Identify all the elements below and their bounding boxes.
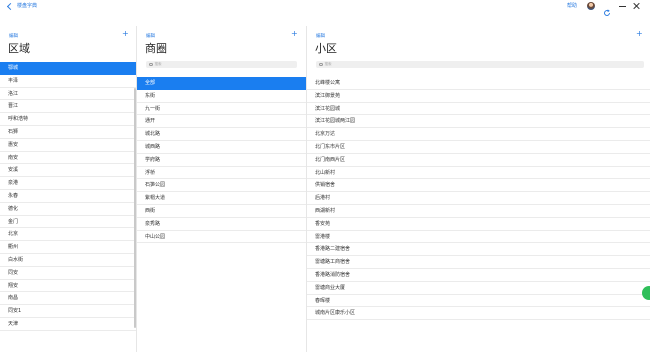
community-list-item[interactable]: 滨江御景苑	[307, 90, 650, 103]
region-list-item[interactable]: 鄂城	[0, 62, 136, 75]
region-list-item[interactable]: 泉港	[0, 177, 136, 190]
region-list-item[interactable]: 同安	[0, 267, 136, 280]
community-list-item[interactable]: 城南片区康乐小区	[307, 307, 650, 321]
district-list-item[interactable]: 浮桥	[137, 167, 306, 180]
back-button[interactable]: 楼盘字典	[6, 2, 38, 11]
community-list-item[interactable]: 北峰楼公寓	[307, 77, 650, 90]
region-list-item[interactable]: 丰泽	[0, 75, 136, 88]
title-bar: 楼盘字典 帮助	[0, 0, 650, 16]
region-list-item[interactable]: 金门	[0, 216, 136, 229]
community-list-item[interactable]: 春晖楼	[307, 295, 650, 308]
community-list-item[interactable]: 北山新村	[307, 167, 650, 180]
search-icon	[319, 62, 323, 67]
community-list-item[interactable]: 雷港楼	[307, 231, 650, 244]
region-list-item[interactable]: 同安1	[0, 305, 136, 318]
district-list-item[interactable]: 东街	[137, 90, 306, 103]
community-list-item[interactable]: 香港路二建宿舍	[307, 243, 650, 257]
search-icon	[149, 62, 153, 67]
community-list-item[interactable]: 滨江花园城	[307, 103, 650, 116]
region-list-item[interactable]: 晋江	[0, 100, 136, 114]
district-list: 全部 东街 九一街 通开 城北路 城西路 学府路 浮桥 石笋公园 紫帽大道 西街 泉秀路 中山公园	[137, 77, 306, 244]
district-add-button[interactable]: +	[291, 29, 298, 39]
community-list-item[interactable]: 北门东市片区	[307, 141, 650, 154]
community-search-input[interactable]: 搜索	[316, 61, 644, 68]
floating-action-button[interactable]	[642, 286, 650, 300]
region-list: 鄂城 丰泽 洛江 晋江 呼和浩特 石狮 惠安 南安 安溪 泉港 永春 德化 金门 北京 衢州 白水街 同安 翔安南…	[0, 62, 136, 331]
region-list-item[interactable]: 德化	[0, 203, 136, 216]
region-list-item[interactable]: 翔安	[0, 280, 136, 293]
region-edit-button[interactable]: 编辑	[9, 33, 18, 39]
region-list-item[interactable]: 永春	[0, 190, 136, 203]
district-list-item[interactable]: 通开	[137, 115, 306, 129]
community-list-item[interactable]: 香港路消防宿舍	[307, 269, 650, 282]
community-add-button[interactable]: +	[636, 29, 643, 39]
region-list-item[interactable]: 衢州	[0, 241, 136, 254]
district-list-item[interactable]: 全部	[137, 77, 306, 90]
district-list-item[interactable]: 石笋公园	[137, 179, 306, 193]
community-list-item[interactable]: 香安苑	[307, 218, 650, 231]
district-list-item[interactable]: 城西路	[137, 141, 306, 154]
district-list-item[interactable]: 泉秀路	[137, 218, 306, 231]
region-list-item[interactable]: 南安	[0, 152, 136, 165]
district-list-item[interactable]: 学府路	[137, 154, 306, 167]
district-edit-button[interactable]: 编辑	[146, 33, 155, 39]
search-placeholder: 搜索	[324, 62, 332, 66]
help-link[interactable]: 帮助	[567, 3, 577, 10]
community-title: 小区	[315, 42, 337, 55]
community-list-item[interactable]: 西湖新村	[307, 205, 650, 218]
community-list: 北峰楼公寓 滨江御景苑 滨江花园城 滨江花园城两江园 北京万达 北门东市片区 北门南西片区北…	[307, 77, 650, 321]
district-list-item[interactable]: 西街	[137, 205, 306, 218]
district-panel: 编辑 + 商圈 搜索 全部 东街 九一街 通开 城北路 城西路 学府路 浮桥 石笋公园 紫帽大道西…	[137, 26, 306, 352]
region-list-item[interactable]: 惠安	[0, 139, 136, 152]
district-list-item[interactable]: 紫帽大道	[137, 192, 306, 205]
community-list-item[interactable]: 后港村	[307, 192, 650, 205]
community-panel: 编辑 + 小区 搜索 北峰楼公寓 滨江御景苑 滨江花园城 滨江花园城两江园 北京万达 北门…	[307, 26, 650, 352]
district-list-item[interactable]: 城北路	[137, 128, 306, 141]
region-title: 区域	[8, 42, 30, 55]
close-icon[interactable]	[632, 2, 640, 10]
district-title: 商圈	[145, 42, 167, 55]
region-list-item[interactable]: 安溪	[0, 164, 136, 178]
community-list-item[interactable]: 雷塘路工商宿舍	[307, 256, 650, 269]
region-list-item[interactable]: 呼和浩特	[0, 113, 136, 126]
community-list-item[interactable]: 北门南西片区	[307, 154, 650, 167]
district-list-item[interactable]: 中山公园	[137, 231, 306, 244]
community-list-item[interactable]: 供销宿舍	[307, 179, 650, 193]
refresh-icon[interactable]	[603, 2, 611, 16]
district-list-item[interactable]: 九一街	[137, 103, 306, 116]
region-panel: 编辑 + 区域 鄂城 丰泽 洛江 晋江 呼和浩特 石狮 惠安 南安 安溪 泉港 永春 德化 金门 北京 衢州…	[0, 26, 136, 352]
community-edit-button[interactable]: 编辑	[316, 33, 325, 39]
chevron-left-icon	[6, 2, 15, 11]
back-label: 楼盘字典	[17, 3, 38, 9]
community-list-item[interactable]: 滨江花园城两江园	[307, 115, 650, 129]
community-list-item[interactable]: 雷塘商业大厦	[307, 282, 650, 295]
region-list-item[interactable]: 南昌	[0, 292, 136, 306]
region-add-button[interactable]: +	[122, 29, 129, 39]
region-list-item[interactable]: 天津	[0, 318, 136, 331]
district-search-input[interactable]: 搜索	[146, 61, 297, 68]
region-list-item[interactable]: 白水街	[0, 254, 136, 267]
region-list-item[interactable]: 北京	[0, 228, 136, 242]
region-list-item[interactable]: 洛江	[0, 88, 136, 101]
search-placeholder: 搜索	[154, 62, 162, 66]
region-list-item[interactable]: 石狮	[0, 126, 136, 139]
community-list-item[interactable]: 北京万达	[307, 128, 650, 141]
minimize-icon[interactable]	[619, 6, 626, 7]
avatar[interactable]	[587, 2, 595, 10]
